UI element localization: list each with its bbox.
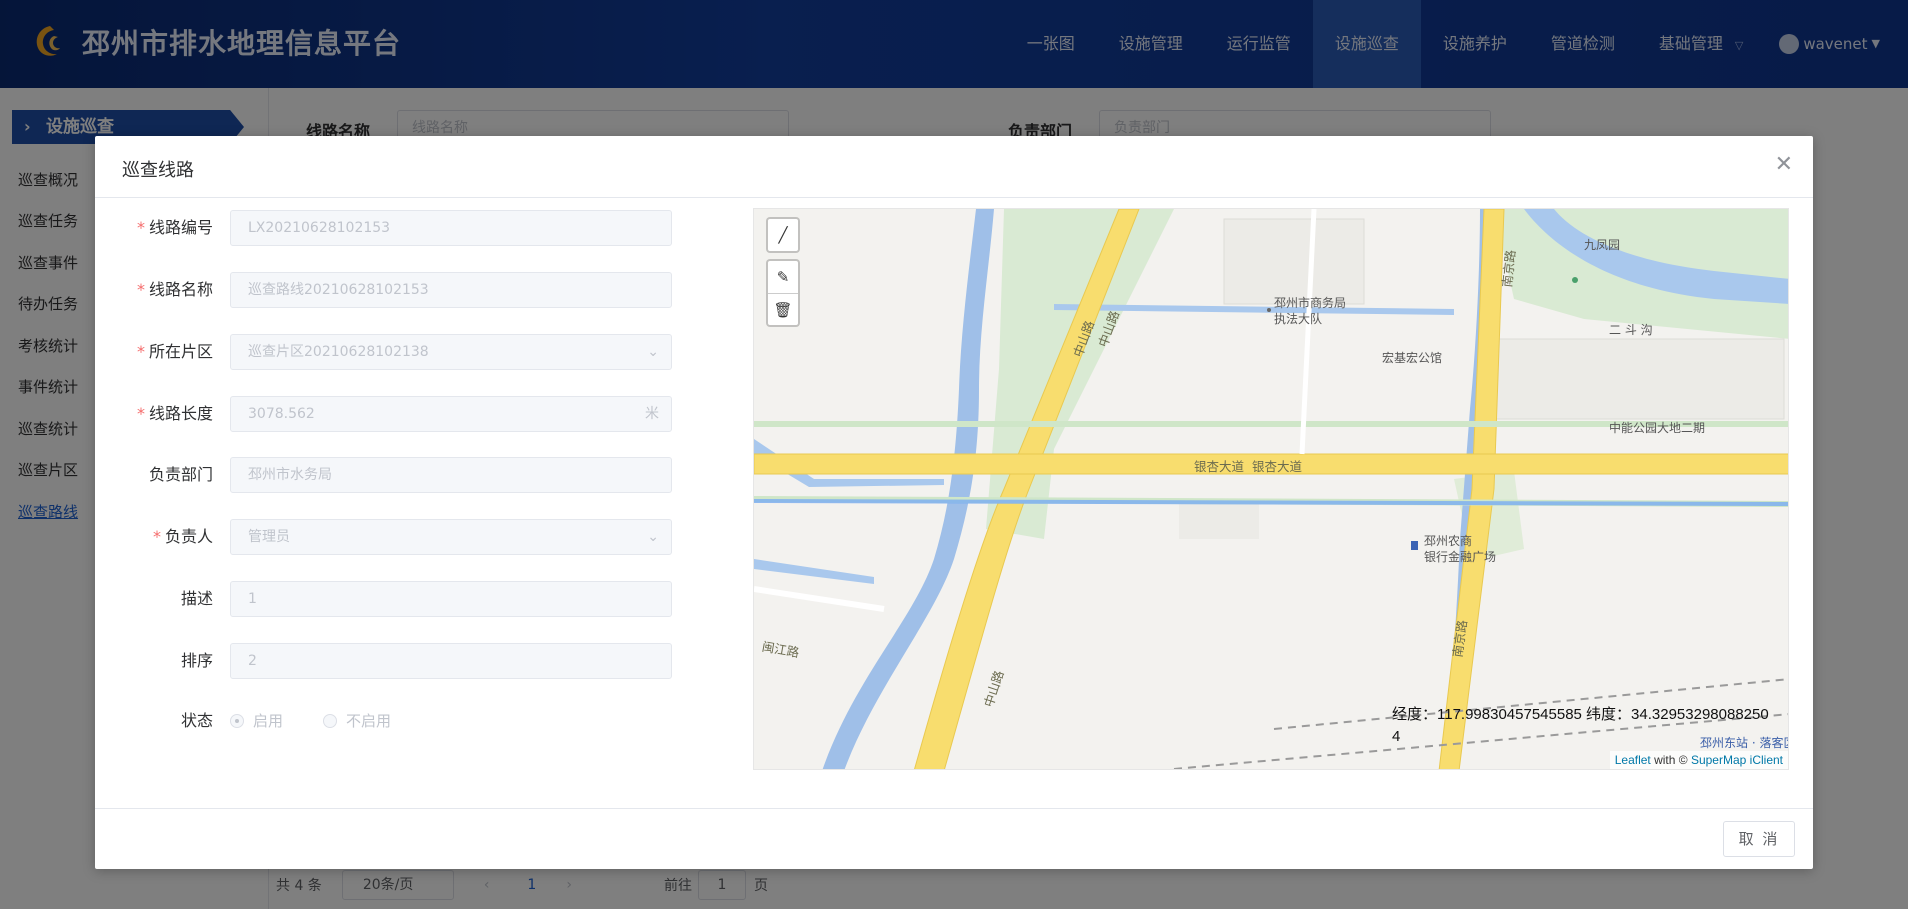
road-nanjing	[1438, 209, 1505, 769]
form-row-route-code: * 线路编号 LX20210628102153	[95, 210, 695, 246]
desc-field[interactable]: 1	[230, 581, 672, 617]
map-label-commerce: 邳州市商务局	[1274, 296, 1347, 310]
form-row-dept: 负责部门 邳州市水务局	[95, 457, 695, 493]
map-label-yinxing: 银杏大道	[1194, 459, 1245, 474]
map-edit-toolbar: ✎ 🗑	[766, 259, 800, 327]
trash-icon[interactable]: 🗑	[768, 293, 798, 325]
dialog-footer: 取 消	[95, 808, 1813, 869]
building-block	[1179, 499, 1259, 539]
form-row-sort: 排序 2	[95, 643, 695, 679]
radio-disabled[interactable]	[323, 714, 338, 728]
map-label-bank-1: 邳州农商	[1424, 534, 1473, 548]
length-value: 3078.562	[248, 406, 315, 422]
route-code-label: * 线路编号	[136, 218, 213, 237]
area-select[interactable]: 巡查片区20210628102138 ⌄	[230, 334, 672, 370]
desc-label: 描述	[180, 589, 213, 608]
route-dialog: 巡查线路 ✕ * 线路编号 LX20210628102153 * 线路名称 巡查路线…	[95, 136, 1813, 869]
owner-select[interactable]: 管理员 ⌄	[230, 519, 672, 555]
coordinate-line-2: 4	[1392, 728, 1401, 745]
owner-select-value: 管理员	[248, 529, 290, 545]
status-radio-group: 启用 不启用	[230, 703, 391, 739]
form-row-length: * 线路长度 3078.562 米	[95, 396, 695, 432]
edit-icon[interactable]: ✎	[768, 261, 798, 293]
map-label-zhongneng: 中能公园大地二期	[1609, 421, 1706, 435]
dialog-header: 巡查线路 ✕	[95, 136, 1813, 198]
map-label-erdou: 二 斗 沟	[1609, 323, 1653, 337]
building-block	[1493, 338, 1785, 420]
area-label: * 所在片区	[136, 342, 213, 361]
route-name-field[interactable]: 巡查路线20210628102153	[230, 272, 672, 308]
map-draw-toolbar: ╱	[766, 217, 800, 253]
draw-polyline-icon[interactable]: ╱	[768, 219, 798, 251]
form-row-desc: 描述 1	[95, 581, 695, 617]
map-label-hongji: 宏基宏公馆	[1382, 351, 1443, 365]
route-map[interactable]: ╱ ✎ 🗑 邳州市商务局 执法大队 宏基宏公馆 九凤园 二 斗 沟 中能公园大地…	[753, 208, 1789, 770]
stream	[754, 559, 874, 584]
leaflet-link[interactable]: Leaflet	[1615, 753, 1651, 767]
building-block	[1223, 218, 1365, 305]
map-label-bank-2: 银行金融广场	[1424, 550, 1497, 564]
map-label-jiufeng: 九凤园	[1584, 238, 1621, 252]
attribution-with: with ©	[1650, 753, 1691, 767]
owner-label: * 负责人	[152, 527, 213, 546]
radio-enabled[interactable]	[230, 714, 244, 728]
street	[754, 586, 885, 612]
form-row-owner: * 负责人 管理员 ⌄	[95, 519, 695, 555]
status-label: 状态	[180, 711, 213, 730]
poi-office-icon	[1267, 308, 1271, 312]
map-label-nanjing-1: 南京路	[1499, 249, 1519, 289]
map-label-enforcement: 执法大队	[1274, 312, 1323, 326]
map-label-yinxing-2: 银杏大道	[1252, 459, 1303, 474]
map-attribution: Leaflet with © SuperMap iClient	[1609, 751, 1788, 769]
length-field[interactable]: 3078.562 米	[230, 396, 672, 432]
length-label: * 线路长度	[136, 404, 213, 423]
chevron-down-icon: ⌄	[647, 344, 659, 360]
sort-label: 排序	[180, 651, 213, 670]
poi-bank-icon	[1411, 541, 1418, 550]
dialog-title: 巡查线路	[122, 160, 194, 181]
form-row-area: * 所在片区 巡查片区20210628102138 ⌄	[95, 334, 695, 370]
dept-label: 负责部门	[148, 465, 213, 484]
supermap-link[interactable]: SuperMap iClient	[1691, 753, 1783, 767]
chevron-down-icon: ⌄	[647, 529, 659, 545]
sort-field[interactable]: 2	[230, 643, 672, 679]
length-unit: 米	[645, 406, 659, 422]
form-row-status: 状态 启用 不启用	[95, 703, 695, 739]
area-select-value: 巡查片区20210628102138	[248, 344, 429, 360]
coordinate-line-1: 经度：117.99830457545585 纬度：34.329532980882…	[1392, 706, 1769, 723]
radio-enabled-label[interactable]: 启用	[253, 703, 283, 739]
route-name-label: * 线路名称	[136, 280, 213, 299]
form-row-route-name: * 线路名称 巡查路线20210628102153	[95, 272, 695, 308]
dept-field[interactable]: 邳州市水务局	[230, 457, 672, 493]
route-code-field[interactable]: LX20210628102153	[230, 210, 672, 246]
coordinate-readout: 经度：117.99830457545585 纬度：34.329532980882…	[1392, 704, 1788, 748]
map-tiles	[754, 209, 1788, 769]
close-icon[interactable]: ✕	[1775, 154, 1793, 176]
cancel-button[interactable]: 取 消	[1723, 821, 1795, 857]
poi-park-icon	[1572, 277, 1578, 283]
radio-disabled-label[interactable]: 不启用	[346, 703, 391, 739]
